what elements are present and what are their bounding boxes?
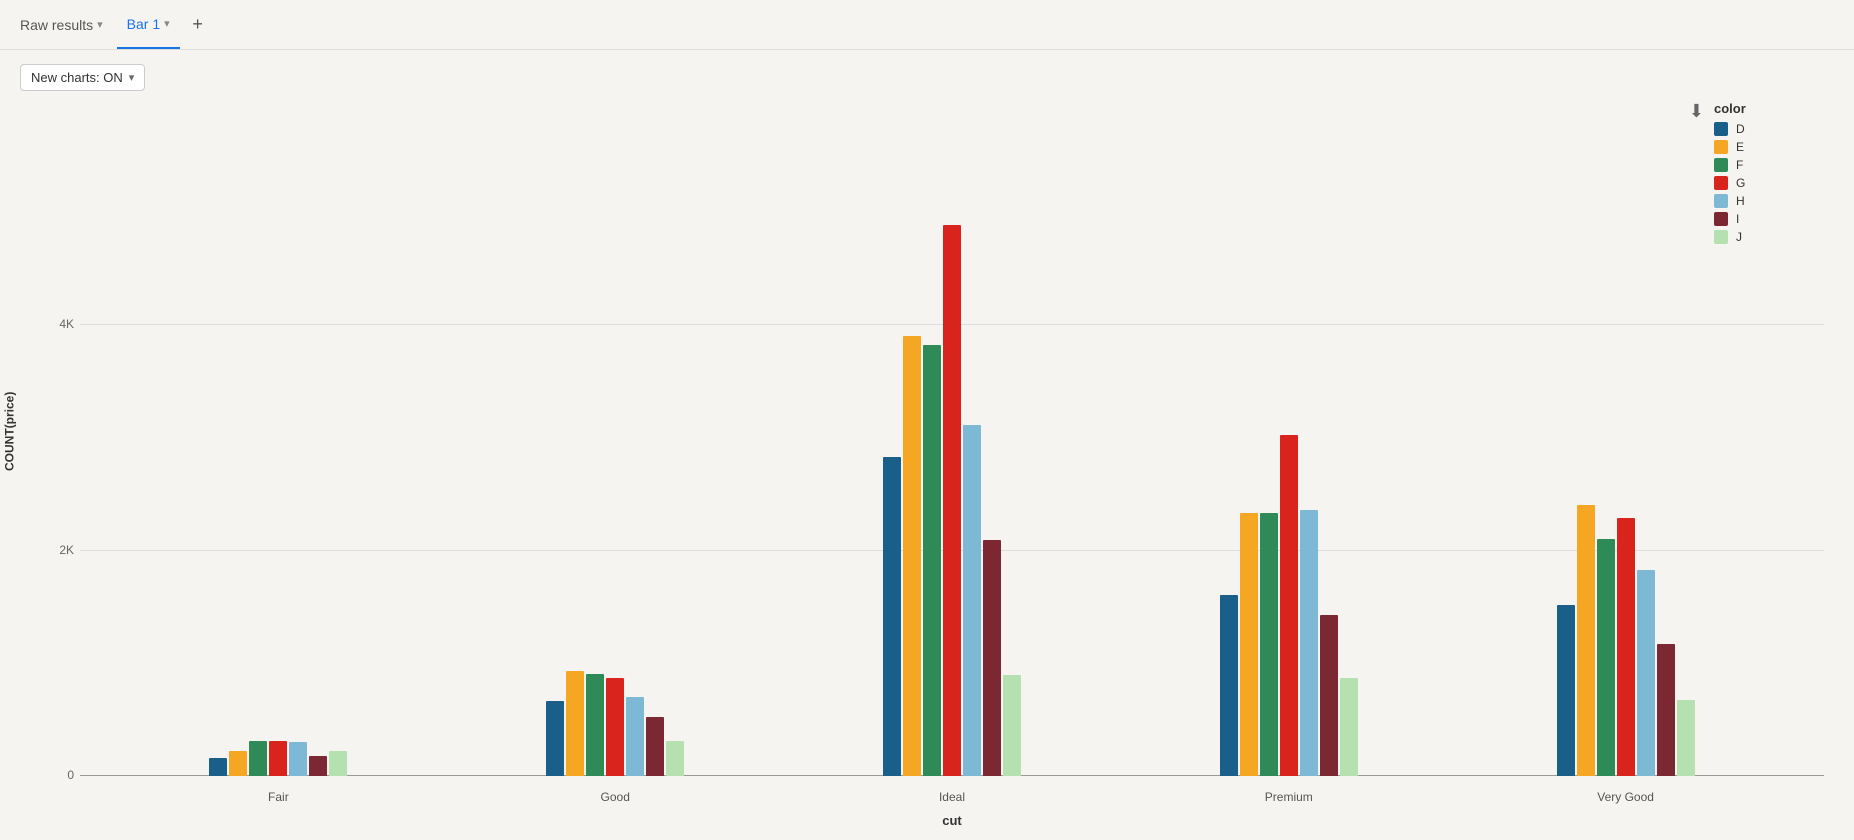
tab-bar: Raw results ▾ Bar 1 ▾ +	[0, 0, 1854, 50]
tab-raw-results-label: Raw results	[20, 17, 93, 33]
legend-item: G	[1714, 176, 1834, 190]
y-axis-label: COUNT(price)	[3, 391, 17, 470]
bar	[289, 742, 307, 776]
bar	[586, 674, 604, 776]
legend-label: F	[1736, 158, 1743, 172]
legend-label: E	[1736, 140, 1744, 154]
bar	[923, 345, 941, 776]
bar	[249, 741, 267, 776]
tab-bar1-label: Bar 1	[127, 16, 160, 32]
legend-label: G	[1736, 176, 1745, 190]
legend-swatch	[1714, 158, 1728, 172]
bar	[1320, 615, 1338, 776]
bar	[1557, 605, 1575, 776]
bar	[1240, 513, 1258, 776]
legend-swatch	[1714, 122, 1728, 136]
legend-swatch	[1714, 176, 1728, 190]
x-axis-title: cut	[942, 813, 962, 828]
bar	[1597, 539, 1615, 776]
legend-item: I	[1714, 212, 1834, 226]
legend-label: I	[1736, 212, 1739, 226]
bar-group: Ideal	[784, 225, 1121, 776]
legend-swatch	[1714, 140, 1728, 154]
new-charts-label: New charts: ON	[31, 70, 123, 85]
bar	[606, 678, 624, 776]
bar	[309, 756, 327, 776]
legend-item: F	[1714, 158, 1834, 172]
bar	[1280, 435, 1298, 776]
bar	[566, 671, 584, 776]
bar	[269, 741, 287, 776]
legend-label: J	[1736, 230, 1742, 244]
x-tick-label: Good	[601, 790, 630, 804]
chart-area: COUNT(price) 02K4KFairGoodIdealPremiumVe…	[20, 101, 1834, 826]
new-charts-chevron: ▾	[129, 71, 135, 84]
chart-container: ⬇ COUNT(price) 02K4KFairGoodIdealPremium…	[20, 101, 1834, 826]
legend-swatch	[1714, 230, 1728, 244]
x-tick-label: Fair	[268, 790, 289, 804]
tab-raw-results-chevron: ▾	[97, 18, 103, 31]
bar	[229, 751, 247, 776]
y-tick-label: 2K	[59, 543, 74, 557]
bar	[1577, 505, 1595, 776]
bar	[883, 457, 901, 776]
bar	[1677, 700, 1695, 776]
bar	[209, 758, 227, 776]
tab-raw-results[interactable]: Raw results ▾	[10, 0, 113, 49]
y-tick-label: 0	[67, 768, 74, 782]
tab-bar1-chevron: ▾	[164, 17, 170, 30]
bar	[983, 540, 1001, 776]
x-tick-label: Premium	[1265, 790, 1313, 804]
legend-swatch	[1714, 212, 1728, 226]
legend-item: H	[1714, 194, 1834, 208]
chart-inner: 02K4KFairGoodIdealPremiumVery Goodcut	[80, 101, 1824, 776]
main-content: New charts: ON ▾ ⬇ COUNT(price) 02K4KFai…	[0, 50, 1854, 840]
bar	[546, 701, 564, 776]
bar	[626, 697, 644, 776]
bar	[1220, 595, 1238, 776]
bar	[903, 336, 921, 776]
bar-group: Very Good	[1457, 505, 1794, 776]
bar	[666, 741, 684, 776]
bar	[646, 717, 664, 776]
legend-title: color	[1714, 101, 1834, 116]
legend-label: D	[1736, 122, 1745, 136]
bar	[943, 225, 961, 776]
legend-item: D	[1714, 122, 1834, 136]
legend: color DEFGHIJ	[1714, 101, 1834, 248]
legend-swatch	[1714, 194, 1728, 208]
bar	[1300, 510, 1318, 776]
y-tick-label: 4K	[59, 317, 74, 331]
bar	[1340, 678, 1358, 776]
new-charts-button[interactable]: New charts: ON ▾	[20, 64, 145, 91]
bars-area: FairGoodIdealPremiumVery Good	[80, 101, 1824, 776]
bar	[1637, 570, 1655, 776]
legend-label: H	[1736, 194, 1745, 208]
bar-group: Good	[447, 671, 784, 776]
tab-add-button[interactable]: +	[184, 11, 212, 39]
bar-group: Premium	[1120, 435, 1457, 776]
x-tick-label: Ideal	[939, 790, 965, 804]
legend-item: E	[1714, 140, 1834, 154]
bar	[1657, 644, 1675, 776]
bar	[1617, 518, 1635, 776]
x-tick-label: Very Good	[1597, 790, 1654, 804]
toolbar: New charts: ON ▾	[20, 64, 1834, 91]
bar	[963, 425, 981, 776]
legend-item: J	[1714, 230, 1834, 244]
bar	[1260, 513, 1278, 776]
bar	[1003, 675, 1021, 776]
tab-bar1[interactable]: Bar 1 ▾	[117, 0, 180, 49]
bar-group: Fair	[110, 741, 447, 776]
bar	[329, 751, 347, 776]
